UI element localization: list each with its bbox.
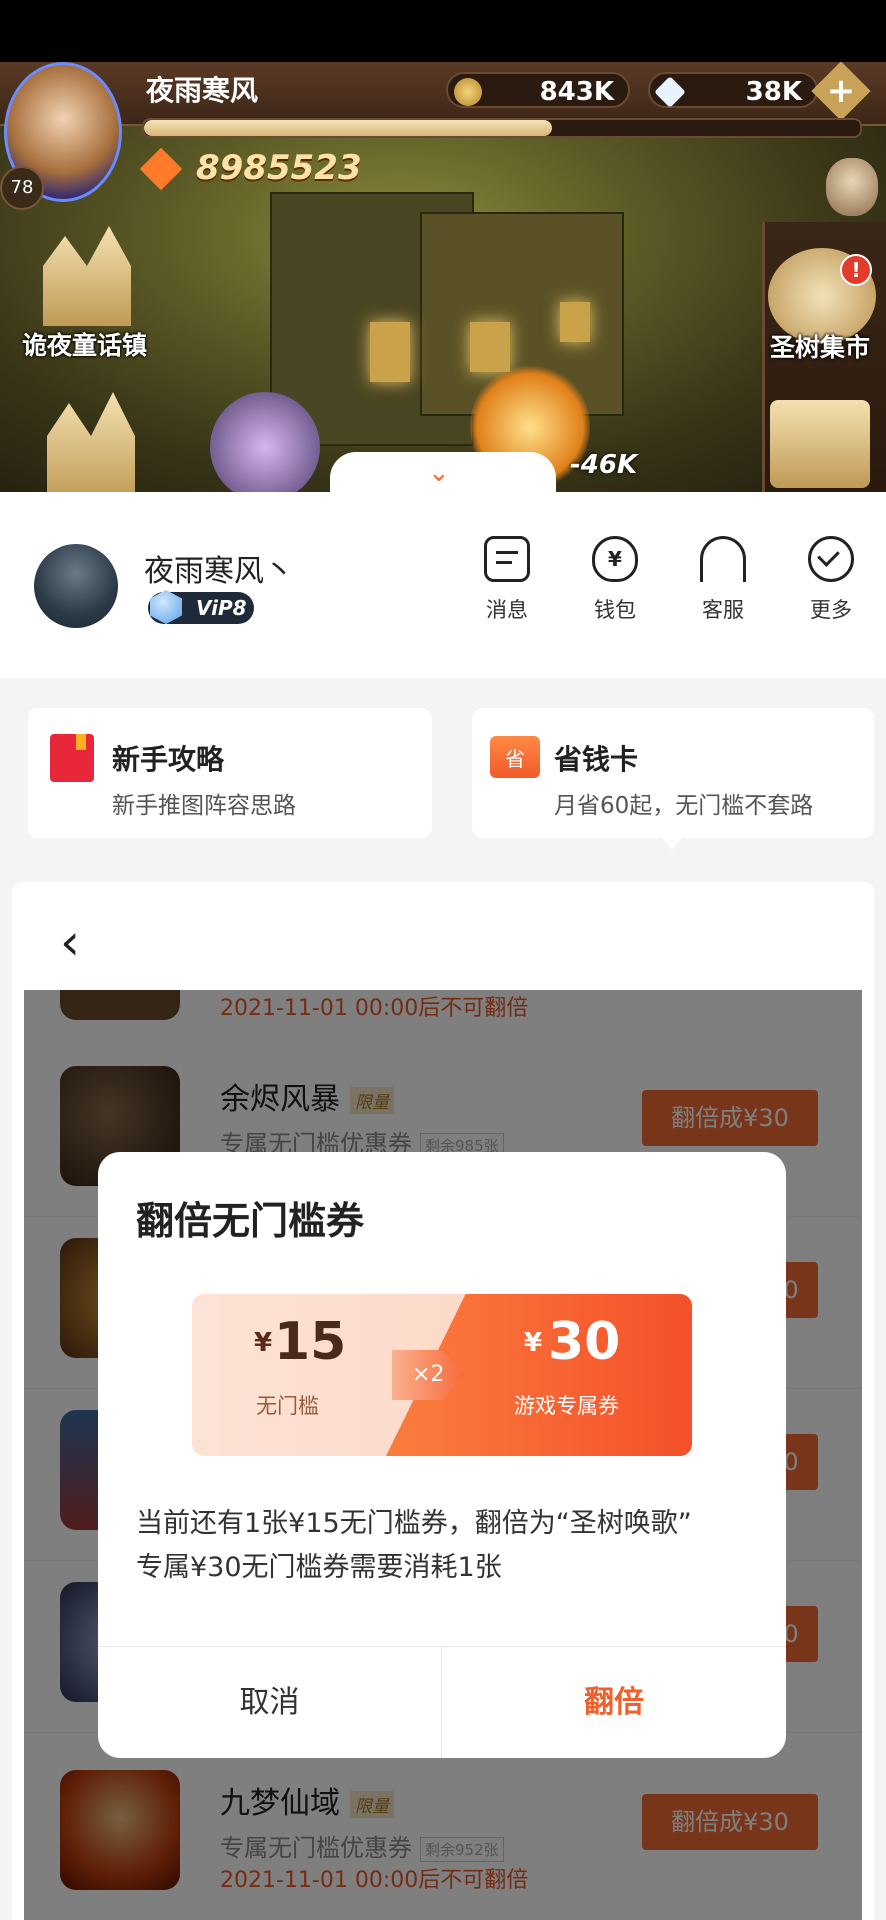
back-button[interactable]: ‹ — [60, 912, 100, 972]
coupon-right-amount: 30 — [548, 1312, 621, 1372]
plus-icon: + — [826, 71, 856, 111]
fairy-town-label: 诡夜童话镇 — [22, 331, 148, 360]
damage-number: -46K — [570, 450, 638, 480]
dialog-title: 翻倍无门槛券 — [136, 1199, 365, 1243]
message-label: 消息 — [486, 598, 528, 622]
guide-book-icon — [50, 734, 94, 782]
owl-icon[interactable] — [826, 158, 878, 216]
chevron-down-icon[interactable]: ⌄ — [428, 458, 450, 488]
level-badge: 78 — [0, 166, 44, 210]
card-subtitle: 月省60起，无门槛不套路 — [554, 793, 814, 819]
save-card-icon: 省 — [490, 736, 540, 778]
coupon-right-label: 游戏专属券 — [514, 1394, 619, 1418]
wallet-button[interactable]: ¥ 钱包 — [570, 536, 660, 624]
wallet-label: 钱包 — [594, 598, 636, 622]
card-title: 省钱卡 — [554, 743, 639, 776]
card-title: 新手攻略 — [112, 743, 225, 776]
card-subtitle: 新手推图阵容思路 — [112, 793, 296, 819]
dialog-message-line: 当前还有1张¥15无门槛券，翻倍为“圣树唤歌” — [136, 1508, 692, 1539]
notice-badge: ! — [840, 254, 872, 286]
gold-counter: 843K — [446, 72, 630, 108]
customer-service-button[interactable]: 客服 — [678, 536, 768, 624]
resource-bar: 夜雨寒风 843K 38K + — [0, 62, 886, 126]
message-button[interactable]: 消息 — [462, 536, 552, 624]
coupon-illustration: ¥ 15 无门槛 ×2 ¥ 30 游戏专属券 — [192, 1294, 692, 1456]
scene-window — [470, 322, 510, 372]
status-bar — [0, 0, 886, 62]
headset-icon — [700, 536, 746, 582]
tree-market-label: 圣树集市 — [770, 333, 871, 362]
exp-bar — [142, 118, 862, 138]
gold-value: 843K — [539, 77, 614, 107]
power-icon — [139, 147, 183, 191]
dialog-message: 当前还有1张¥15无门槛券，翻倍为“圣树唤歌” 专属¥30无门槛券需要消耗1张 — [136, 1502, 756, 1590]
double-coupon-dialog: 翻倍无门槛券 ¥ 15 无门槛 ×2 ¥ 30 游戏专属券 当前还有1张¥15无… — [98, 1152, 786, 1758]
avatar[interactable] — [34, 544, 118, 628]
wallet-icon: ¥ — [592, 536, 638, 582]
welfare-chest-icon[interactable] — [770, 400, 870, 488]
scene-window — [370, 322, 410, 382]
coin-icon — [454, 78, 482, 106]
coupon-left-label: 无门槛 — [256, 1394, 319, 1418]
dialog-actions: 取消 翻倍 — [98, 1646, 786, 1758]
more-icon — [808, 536, 854, 582]
game-scene[interactable]: 夜雨寒风 843K 38K + 78 8985523 诡夜童话镇 ! 圣树集市 … — [0, 62, 886, 492]
exp-bar-fill — [144, 120, 553, 136]
currency-symbol: ¥ — [254, 1328, 273, 1358]
hero-sprite — [210, 392, 320, 492]
power-value: 8985523 — [196, 148, 362, 188]
message-icon — [484, 536, 530, 582]
player-name: 夜雨寒风 — [146, 74, 259, 107]
scene-window — [560, 302, 590, 342]
cancel-button[interactable]: 取消 — [98, 1647, 441, 1758]
diamond-icon — [654, 76, 686, 108]
dialog-message-line: 专属¥30无门槛券需要消耗1张 — [136, 1552, 502, 1583]
coupon-left-amount: 15 — [274, 1312, 347, 1372]
castle-icon[interactable] — [47, 392, 135, 492]
confirm-double-button[interactable]: 翻倍 — [442, 1647, 786, 1758]
customer-service-label: 客服 — [702, 598, 744, 622]
save-money-card[interactable]: 省 省钱卡 月省60起，无门槛不套路 — [472, 708, 874, 838]
beginner-guide-card[interactable]: 新手攻略 新手推图阵容思路 — [28, 708, 432, 838]
more-label: 更多 — [810, 598, 852, 622]
fairy-town-icon[interactable] — [43, 226, 131, 326]
diamond-counter: 38K — [648, 72, 818, 108]
diamond-value: 38K — [745, 77, 802, 107]
profile-name[interactable]: 夜雨寒风丶 — [144, 546, 294, 590]
more-button[interactable]: 更多 — [786, 536, 876, 624]
currency-symbol: ¥ — [524, 1328, 543, 1358]
